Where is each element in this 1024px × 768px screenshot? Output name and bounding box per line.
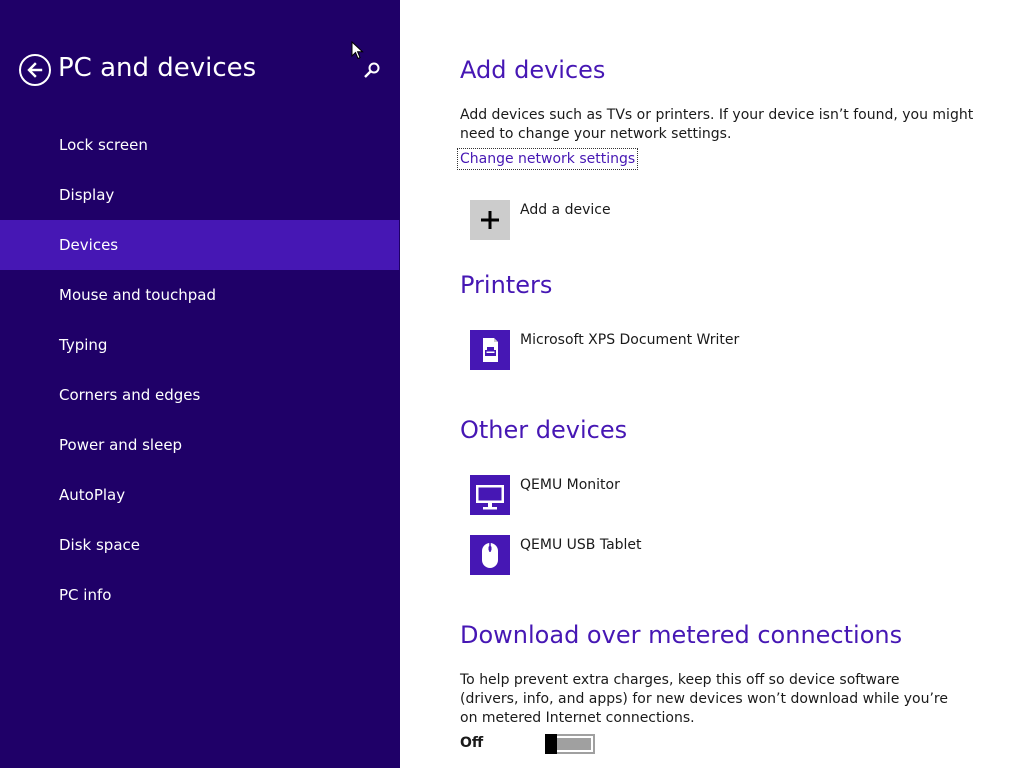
printer-icon <box>483 338 498 362</box>
tablet-tile[interactable] <box>470 535 510 575</box>
back-button[interactable] <box>19 54 51 86</box>
add-device-button[interactable] <box>470 200 510 240</box>
mouse-icon <box>482 543 498 568</box>
monitor-icon <box>476 485 504 510</box>
add-devices-description: Add devices such as TVs or printers. If … <box>460 107 974 142</box>
add-device-label[interactable]: Add a device <box>520 202 611 218</box>
change-network-settings-link[interactable]: Change network settings <box>457 148 639 170</box>
metered-toggle-state: Off <box>460 735 484 751</box>
sidebar-item-typing[interactable]: Typing <box>0 320 399 370</box>
sidebar: PC and devices Lock screen Display Devic… <box>0 0 400 768</box>
sidebar-item-lock-screen[interactable]: Lock screen <box>0 120 399 170</box>
sidebar-item-autoplay[interactable]: AutoPlay <box>0 470 399 520</box>
sidebar-item-corners-and-edges[interactable]: Corners and edges <box>0 370 399 420</box>
main-content: Add devices Add devices such as TVs or p… <box>400 0 1024 768</box>
sidebar-item-power-and-sleep[interactable]: Power and sleep <box>0 420 399 470</box>
metered-heading: Download over metered connections <box>460 621 903 649</box>
sidebar-nav: Lock screen Display Devices Mouse and to… <box>0 120 399 620</box>
page-title: PC and devices <box>58 53 257 83</box>
add-devices-heading: Add devices <box>460 56 606 84</box>
printer-label[interactable]: Microsoft XPS Document Writer <box>520 332 739 348</box>
printers-heading: Printers <box>460 271 553 299</box>
sidebar-item-disk-space[interactable]: Disk space <box>0 520 399 570</box>
search-icon <box>364 62 380 78</box>
other-devices-heading: Other devices <box>460 416 628 444</box>
metered-toggle[interactable] <box>545 734 595 754</box>
mouse-cursor-icon <box>351 40 365 61</box>
plus-icon <box>481 211 499 229</box>
back-arrow-icon <box>27 62 43 78</box>
sidebar-item-devices[interactable]: Devices <box>0 220 399 270</box>
metered-description: To help prevent extra charges, keep this… <box>460 672 948 726</box>
sidebar-item-mouse-and-touchpad[interactable]: Mouse and touchpad <box>0 270 399 320</box>
search-button[interactable] <box>362 60 382 80</box>
qemu-monitor-label[interactable]: QEMU Monitor <box>520 477 620 493</box>
sidebar-item-pc-info[interactable]: PC info <box>0 570 399 620</box>
toggle-thumb[interactable] <box>545 734 557 754</box>
monitor-tile[interactable] <box>470 475 510 515</box>
sidebar-item-display[interactable]: Display <box>0 170 399 220</box>
printer-tile[interactable] <box>470 330 510 370</box>
qemu-usb-tablet-label[interactable]: QEMU USB Tablet <box>520 537 642 553</box>
